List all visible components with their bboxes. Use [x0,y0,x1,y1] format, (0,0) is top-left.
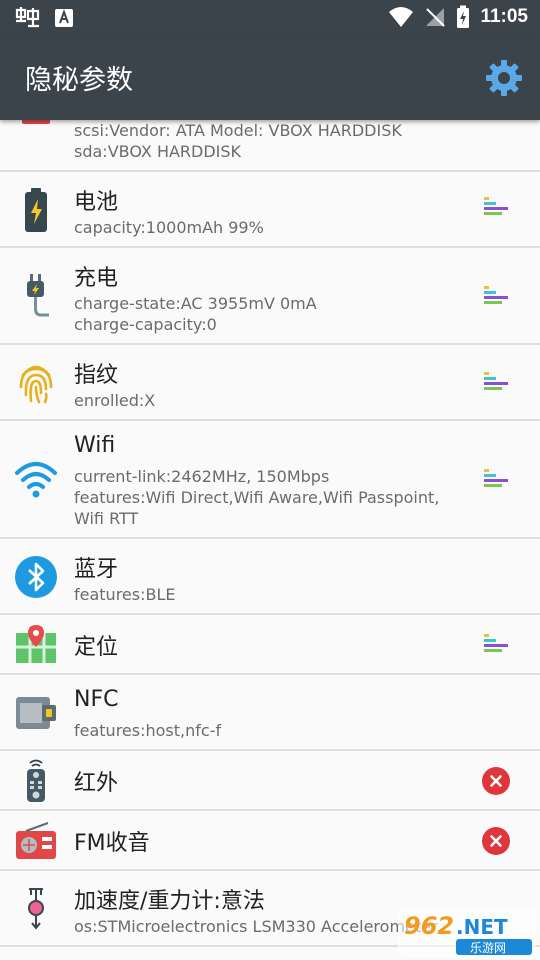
status-bar: 11:05 [0,0,540,38]
unsupported-icon[interactable] [482,767,510,795]
detail-bars-icon[interactable] [482,466,510,494]
status-time: 11:05 [480,6,528,27]
fingerprint-title: 指纹 [74,363,119,388]
wifi-detail-line-1: current-link:2462MHz, 150Mbps [74,467,330,486]
battery-charging-icon [457,5,470,28]
fm-radio-title: FM收音 [74,831,150,856]
list-item-infrared[interactable]: 红外 [0,751,540,811]
battery-icon [14,188,58,232]
wifi-detail-line-3: Wifi RTT [74,509,139,528]
fingerprint-icon [14,361,58,405]
settings-gear-icon[interactable] [484,58,524,98]
accelerometer-title: 加速度/重力计:意法 [74,889,265,914]
keyboard-a-icon [55,9,73,27]
bluetooth-title: 蓝牙 [74,557,119,582]
battery-detail-line-1: capacity:1000mAh 99% [74,218,264,237]
list-item-fm-radio[interactable]: FM收音 [0,811,540,871]
list-item-bluetooth[interactable]: 蓝牙 features:BLE [0,539,540,615]
location-title: 定位 [74,635,119,660]
storage-detail-line-2: sda:VBOX HARDDISK [74,142,242,161]
storage-icon [22,120,50,124]
list-item-wifi[interactable]: Wifi current-link:2462MHz, 150Mbps featu… [0,421,540,539]
wifi-detail-line-2: features:Wifi Direct,Wifi Aware,Wifi Pas… [74,488,440,507]
list-item-battery[interactable]: 电池 capacity:1000mAh 99% [0,172,540,248]
no-sim-icon [426,8,446,27]
detail-bars-icon[interactable] [482,369,510,397]
map-location-icon [14,623,58,667]
svg-text:乐游网: 乐游网 [470,941,506,955]
charging-detail-line-1: charge-state:AC 3955mV 0mA [74,294,317,313]
detail-bars-icon[interactable] [482,194,510,222]
page-title: 隐秘参数 [25,65,133,96]
nfc-title: NFC [74,687,119,712]
watermark-logo: 962 .NET 乐游网 [398,908,536,958]
detail-bars-icon[interactable] [482,283,510,311]
wifi-title: Wifi [74,433,116,458]
charging-detail-line-2: charge-capacity:0 [74,315,217,334]
parameter-list[interactable]: scsi:Vendor: ATA Model: VBOX HARDDISK sd… [0,120,540,960]
list-item-fingerprint[interactable]: 指纹 enrolled:X [0,345,540,421]
charger-plug-icon [14,274,58,318]
wifi-signal-icon [389,7,414,27]
battery-title: 电池 [74,190,119,215]
storage-detail-line-1: scsi:Vendor: ATA Model: VBOX HARDDISK [74,121,402,140]
svg-text:.NET: .NET [456,915,508,939]
app-bar: 隐秘参数 [0,38,540,120]
infrared-title: 红外 [74,771,119,796]
list-item-nfc[interactable]: NFC features:host,nfc-f [0,675,540,751]
accelerometer-icon [14,887,58,931]
fingerprint-detail-line-1: enrolled:X [74,391,156,410]
app-notification-icon [15,7,40,28]
accelerometer-detail-line-1: os:STMicroelectronics LSM330 Acceleromet… [74,917,438,936]
list-item-charging[interactable]: 充电 charge-state:AC 3955mV 0mA charge-cap… [0,248,540,345]
radio-icon [14,819,58,863]
bluetooth-icon [14,555,58,599]
list-item-storage[interactable]: scsi:Vendor: ATA Model: VBOX HARDDISK sd… [0,120,540,172]
nfc-card-icon [14,691,58,735]
wifi-icon [14,457,58,501]
nfc-detail-line-1: features:host,nfc-f [74,721,222,740]
svg-text:962: 962 [404,912,454,940]
detail-bars-icon[interactable] [482,631,510,659]
remote-control-icon [14,759,58,803]
charging-title: 充电 [74,266,119,291]
unsupported-icon[interactable] [482,827,510,855]
bluetooth-detail-line-1: features:BLE [74,585,176,604]
list-item-location[interactable]: 定位 [0,615,540,675]
